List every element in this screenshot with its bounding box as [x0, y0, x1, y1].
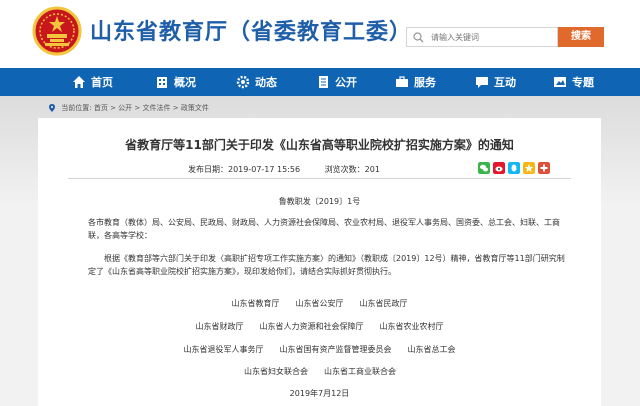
- breadcrumb-separator: >: [110, 104, 116, 112]
- service-icon: [396, 76, 408, 87]
- building-icon: [157, 77, 167, 88]
- nav-label-news: 动态: [255, 76, 277, 89]
- nav-label-topics: 专题: [572, 76, 594, 89]
- signatory: 山东省国有资产监督管理委员会: [279, 345, 392, 354]
- document-icon: [319, 76, 328, 88]
- weibo-share-icon[interactable]: [493, 162, 505, 174]
- breadcrumb-separator: >: [134, 104, 141, 112]
- qzone-share-icon[interactable]: [523, 162, 535, 174]
- signatory: 山东省退役军人事务厅: [183, 345, 264, 354]
- nav-label-home: 首页: [91, 76, 113, 89]
- nav-item-home[interactable]: 首页: [72, 68, 113, 96]
- document-number: 鲁教职发〔2019〕1号: [278, 197, 361, 206]
- breadcrumb-separator: >: [172, 104, 179, 112]
- signatory: 山东省民政厅: [359, 299, 408, 308]
- main-nav: 首页 概况 动态 公开 服务 互动 专题: [0, 68, 640, 96]
- signatory-row: 山东省妇女联合会 山东省工商业联合会: [38, 366, 601, 377]
- signatory: 山东省人力资源和社会保障厅: [259, 322, 364, 331]
- nav-label-service: 服务: [414, 76, 436, 89]
- search-button[interactable]: 搜索: [558, 27, 604, 47]
- signatory: 山东省农业农村厅: [379, 322, 444, 331]
- breadcrumb-home[interactable]: 首页: [94, 104, 108, 112]
- site-title: 山东省教育厅（省委教育工委）: [90, 20, 413, 45]
- signatory: 山东省总工会: [407, 345, 456, 354]
- gear-icon: [236, 75, 250, 89]
- topic-icon: [554, 77, 566, 87]
- breadcrumb-location-label: 当前位置:: [61, 104, 92, 112]
- search-input[interactable]: [431, 30, 555, 45]
- signatory: 山东省工商业联合会: [324, 367, 396, 376]
- breadcrumb-policy[interactable]: 政策文件: [181, 104, 209, 112]
- more-share-icon[interactable]: [538, 162, 550, 174]
- header: 山东省教育厅（省委教育工委） 搜索: [0, 0, 640, 68]
- signatory-row: 山东省教育厅 山东省公安厅 山东省民政厅: [38, 298, 601, 309]
- home-icon: [73, 76, 85, 88]
- nav-item-public[interactable]: 公开: [316, 68, 357, 96]
- location-icon: [49, 104, 55, 112]
- view-count: 浏览次数：201: [324, 165, 380, 174]
- nav-item-interact[interactable]: 互动: [475, 68, 516, 96]
- publish-time: 发布日期：2019-07-17 15:56: [188, 165, 301, 174]
- nav-label-overview: 概况: [174, 76, 196, 89]
- signatory-row: 山东省财政厅 山东省人力资源和社会保障厅 山东省农业农村厅: [38, 321, 601, 332]
- signatory: 山东省财政厅: [195, 322, 244, 331]
- nav-item-news[interactable]: 动态: [236, 68, 277, 96]
- breadcrumb-files[interactable]: 文件法件: [143, 104, 171, 112]
- share-bar: [478, 162, 553, 174]
- signatory-row: 山东省退役军人事务厅 山东省国有资产监督管理委员会 山东省总工会: [38, 344, 601, 355]
- signatory: 山东省教育厅: [231, 299, 280, 308]
- search-box[interactable]: [406, 27, 558, 47]
- article-title: 省教育厅等11部门关于印发《山东省高等职业院校扩招实施方案》的通知: [125, 138, 514, 152]
- nav-label-public: 公开: [335, 76, 357, 89]
- qq-share-icon[interactable]: [508, 162, 520, 174]
- chat-icon: [476, 77, 488, 88]
- weixin-share-icon[interactable]: [478, 162, 490, 174]
- article-panel: 省教育厅等11部门关于印发《山东省高等职业院校扩招实施方案》的通知 发布日期：2…: [38, 118, 601, 406]
- title-divider: [68, 178, 571, 179]
- signatory: 山东省妇女联合会: [244, 367, 308, 376]
- search-icon: [413, 32, 424, 43]
- breadcrumb: 当前位置: 首页 > 公开 > 文件法件 > 政策文件: [48, 103, 209, 113]
- signatory: 山东省公安厅: [295, 299, 344, 308]
- nav-label-interact: 互动: [494, 76, 516, 89]
- nav-item-service[interactable]: 服务: [395, 68, 436, 96]
- national-emblem-icon: [32, 6, 82, 56]
- nav-item-overview[interactable]: 概况: [155, 68, 196, 96]
- article-meta: 发布日期：2019-07-17 15:56 浏览次数：201: [188, 164, 380, 175]
- addressee-paragraph: 各市教育（教体）局、公安局、民政局、财政局、人力资源社会保障局、农业农村局、退役…: [88, 218, 560, 240]
- nav-item-topics[interactable]: 专题: [553, 68, 594, 96]
- body-paragraph: 根据《教育部等六部门关于印发〈高职扩招专项工作实施方案〉的通知》（教职成〔201…: [88, 254, 565, 276]
- breadcrumb-public[interactable]: 公开: [118, 104, 132, 112]
- issue-date: 2019年7月12日: [289, 389, 350, 398]
